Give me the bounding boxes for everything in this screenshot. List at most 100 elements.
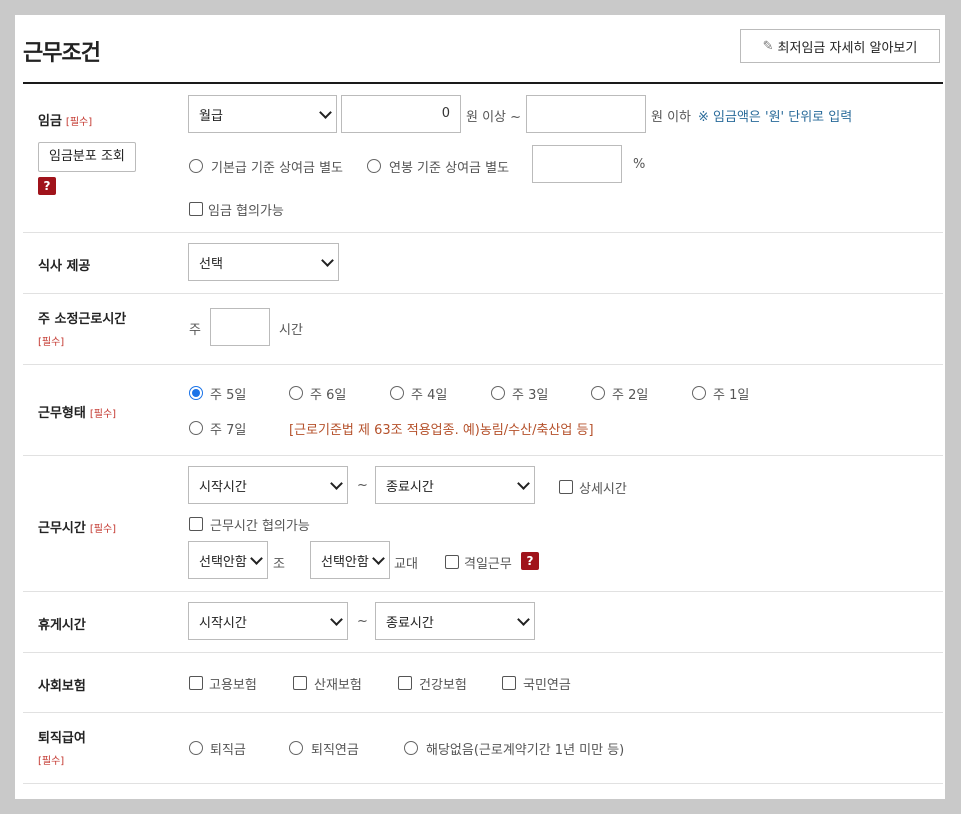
- wage-below-unit: 원 이하: [651, 110, 692, 125]
- insurance-option: 국민연금: [523, 678, 571, 693]
- wage-help-icon[interactable]: ?: [38, 177, 56, 195]
- bonus-percent-input[interactable]: [532, 145, 622, 183]
- pencil-icon: ✎: [762, 38, 774, 54]
- wage-above-unit: 원 이상 ~: [466, 110, 522, 125]
- weekly-hours-prefix: 주: [189, 323, 201, 338]
- work-type-option: 주 7일: [210, 423, 247, 438]
- industrial-insurance-checkbox[interactable]: [293, 676, 307, 690]
- min-wage-info-label: 최저임금 자세히 알아보기: [777, 40, 918, 56]
- employment-insurance-checkbox[interactable]: [189, 676, 203, 690]
- work-type-option: 주 4일: [411, 388, 448, 403]
- wage-type-select[interactable]: 월급: [188, 95, 337, 133]
- chevron-down-icon: [330, 613, 343, 626]
- meal-row: 식사 제공 선택: [23, 233, 943, 294]
- work-conditions-panel: 근무조건 ✎ 최저임금 자세히 알아보기 임금 [필수] 임금분포 조회 ? 월급…: [15, 15, 945, 799]
- work-type-option: 주 2일: [612, 388, 649, 403]
- severance-row: 퇴직급여 [필수] 퇴직금 퇴직연금 해당없음(근로계약기간 1년 미만 등): [23, 713, 943, 784]
- work-hours-tilde: ~: [357, 478, 368, 493]
- shift-rotation-unit: 교대: [394, 557, 418, 572]
- severance-none-radio[interactable]: [404, 741, 418, 755]
- wage-distribution-button[interactable]: 임금분포 조회: [38, 142, 136, 172]
- work-type-label-text: 근무형태: [38, 406, 86, 421]
- work-type-option: 주 3일: [512, 388, 549, 403]
- severance-option: 퇴직연금: [311, 743, 359, 758]
- work-end-value: 종료시간: [386, 479, 434, 495]
- severance-pay-radio[interactable]: [189, 741, 203, 755]
- alternate-day-help-icon[interactable]: ?: [521, 552, 539, 570]
- health-insurance-checkbox[interactable]: [398, 676, 412, 690]
- wage-label-text: 임금: [38, 114, 62, 129]
- wage-label: 임금 [필수]: [38, 110, 92, 129]
- bonus-annual-radio[interactable]: [367, 159, 381, 173]
- bonus-base-radio[interactable]: [189, 159, 203, 173]
- severance-option: 해당없음(근로계약기간 1년 미만 등): [426, 743, 625, 758]
- meal-label: 식사 제공: [38, 259, 91, 274]
- wage-type-value: 월급: [199, 108, 223, 124]
- alternate-day-label: 격일근무: [464, 557, 512, 572]
- page-title: 근무조건: [23, 41, 101, 66]
- required-mark: [필수]: [38, 756, 65, 767]
- break-time-row: 휴게시간 시작시간 ~ 종료시간: [23, 592, 943, 653]
- meal-select-value: 선택: [199, 256, 223, 272]
- work-type-radio-1[interactable]: [692, 386, 706, 400]
- wage-negotiable-label: 임금 협의가능: [208, 204, 284, 219]
- required-mark: [필수]: [65, 117, 93, 128]
- work-type-option: 주 1일: [713, 388, 750, 403]
- wage-min-input[interactable]: 0: [341, 95, 461, 133]
- chevron-down-icon: [319, 106, 332, 119]
- chevron-down-icon: [372, 552, 385, 565]
- wage-negotiable-checkbox[interactable]: [189, 202, 203, 216]
- bonus-annual-label: 연봉 기준 상여금 별도: [389, 161, 510, 176]
- work-type-option: 주 6일: [310, 388, 347, 403]
- weekly-hours-label-text: 주 소정근로시간: [38, 312, 127, 327]
- work-start-value: 시작시간: [199, 479, 247, 495]
- wage-max-input[interactable]: [526, 95, 646, 133]
- required-mark: [필수]: [89, 409, 117, 420]
- national-pension-checkbox[interactable]: [502, 676, 516, 690]
- chevron-down-icon: [330, 477, 343, 490]
- work-type-label: 근무형태 [필수]: [38, 402, 116, 421]
- alternate-day-checkbox[interactable]: [445, 555, 459, 569]
- wage-row: 임금 [필수] 임금분포 조회 ? 월급 0 원 이상 ~ 원 이하 ※ 임금액은…: [23, 84, 943, 233]
- insurance-option: 산재보험: [314, 678, 362, 693]
- work-type-radio-6[interactable]: [289, 386, 303, 400]
- weekly-hours-unit: 시간: [279, 323, 303, 338]
- work-type-radio-2[interactable]: [591, 386, 605, 400]
- work-type-radio-4[interactable]: [390, 386, 404, 400]
- wage-unit-note: ※ 임금액은 '원' 단위로 입력: [698, 110, 853, 125]
- break-tilde: ~: [357, 614, 368, 629]
- work-type-radio-5[interactable]: [189, 386, 203, 400]
- meal-select[interactable]: 선택: [188, 243, 339, 281]
- work-hours-negotiable-label: 근무시간 협의가능: [210, 519, 310, 534]
- chevron-down-icon: [250, 552, 263, 565]
- shift-group-value: 선택안함: [199, 554, 247, 570]
- shift-group-select[interactable]: 선택안함: [188, 541, 268, 579]
- weekly-hours-label: 주 소정근로시간 [필수]: [38, 308, 126, 348]
- work-end-select[interactable]: 종료시간: [375, 466, 535, 504]
- insurance-label: 사회보험: [38, 679, 86, 694]
- shift-rotation-select[interactable]: 선택안함: [310, 541, 390, 579]
- work-hours-label: 근무시간 [필수]: [38, 517, 116, 536]
- weekly-hours-input[interactable]: [210, 308, 270, 346]
- break-start-select[interactable]: 시작시간: [188, 602, 348, 640]
- severance-label-text: 퇴직급여: [38, 731, 86, 746]
- work-type-note: [근로기준법 제 63조 적용업종. 예)농림/수산/축산업 등]: [289, 423, 594, 438]
- work-type-radio-3[interactable]: [491, 386, 505, 400]
- work-hours-row: 근무시간 [필수] 시작시간 ~ 종료시간 상세시간 근무시간 협의가능 선택안함…: [23, 456, 943, 592]
- weekly-hours-row: 주 소정근로시간 [필수] 주 시간: [23, 294, 943, 365]
- break-time-label: 휴게시간: [38, 618, 86, 633]
- detail-time-checkbox[interactable]: [559, 480, 573, 494]
- severance-option: 퇴직금: [210, 743, 246, 758]
- work-hours-negotiable-checkbox[interactable]: [189, 517, 203, 531]
- min-wage-info-button[interactable]: ✎ 최저임금 자세히 알아보기: [740, 29, 940, 63]
- bonus-base-label: 기본급 기준 상여금 별도: [211, 161, 343, 176]
- work-type-radio-7[interactable]: [189, 421, 203, 435]
- break-end-select[interactable]: 종료시간: [375, 602, 535, 640]
- required-mark: [필수]: [89, 524, 117, 535]
- insurance-option: 건강보험: [419, 678, 467, 693]
- insurance-option: 고용보험: [209, 678, 257, 693]
- severance-pension-radio[interactable]: [289, 741, 303, 755]
- work-start-select[interactable]: 시작시간: [188, 466, 348, 504]
- break-end-value: 종료시간: [386, 615, 434, 631]
- work-type-row: 근무형태 [필수] 주 5일 주 6일 주 4일 주 3일 주 2일 주 1일 주…: [23, 365, 943, 456]
